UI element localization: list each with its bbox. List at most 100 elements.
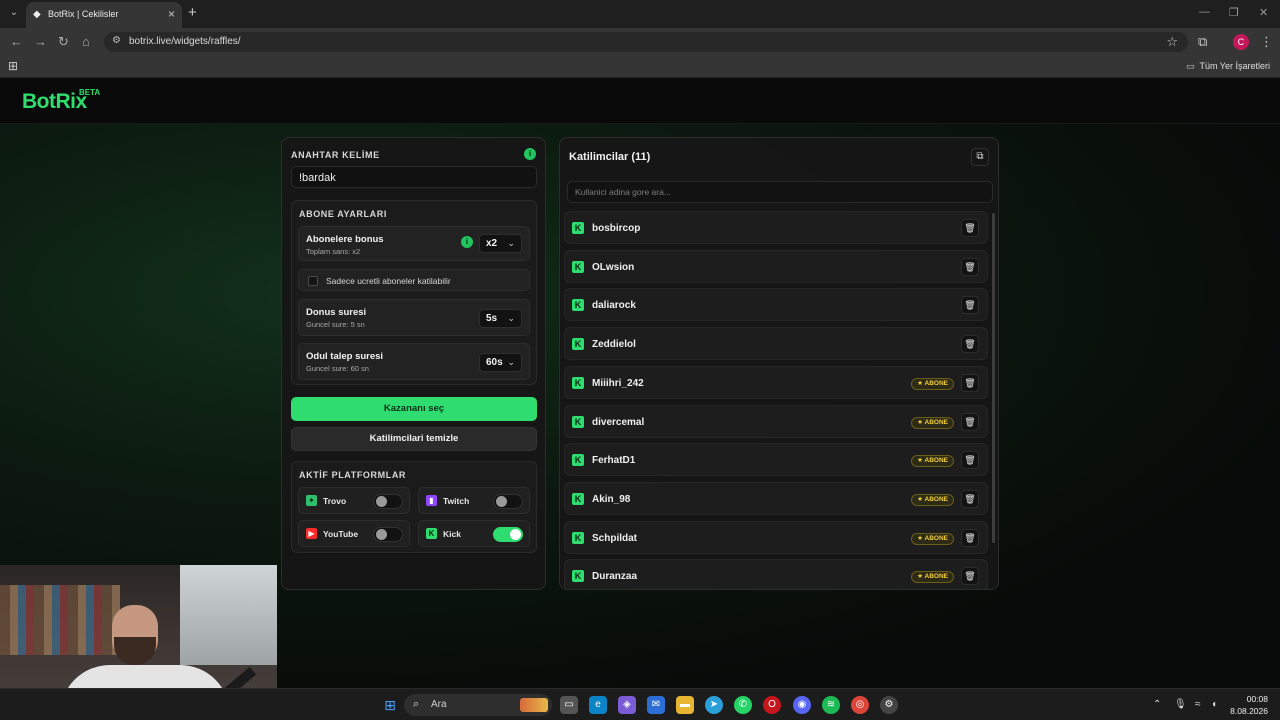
kick-icon: K xyxy=(572,299,584,312)
participant-row[interactable]: K Schpildat ★ ABONE 🗑 xyxy=(564,520,988,554)
subscriber-bonus-select[interactable]: x2 ⌄ xyxy=(479,234,522,253)
task-view-icon[interactable]: ▭ xyxy=(560,696,578,714)
trash-icon[interactable]: 🗑 xyxy=(961,296,979,315)
whatsapp-icon[interactable]: ✆ xyxy=(734,696,752,714)
tab-close-icon[interactable]: × xyxy=(168,7,175,21)
kick-icon: K xyxy=(572,376,584,389)
browser-tab-bar: ⌄ ◆ BotRix | Cekilisler × + — ❐ ✕ xyxy=(0,0,1280,28)
volume-icon[interactable]: ◖ xyxy=(1211,699,1217,710)
subscriber-settings-section: ABONE AYARLARI Abonelere bonus Toplam sa… xyxy=(291,200,537,385)
kick-icon: K xyxy=(572,222,584,234)
claim-time-subtitle: Guncel sure: 60 sn xyxy=(306,364,369,373)
trovo-toggle[interactable] xyxy=(373,494,403,509)
forward-icon[interactable]: → xyxy=(34,34,47,49)
discord-icon[interactable]: ◉ xyxy=(793,696,811,714)
platform-kick: K Kick xyxy=(418,520,530,547)
botrix-logo[interactable]: BotRix xyxy=(22,90,87,114)
trash-icon[interactable]: 🗑 xyxy=(961,567,979,586)
trash-icon[interactable]: 🗑 xyxy=(961,257,979,276)
twitch-icon: ▮ xyxy=(426,495,437,506)
bookmark-star-icon[interactable]: ☆ xyxy=(1166,34,1178,50)
spotify-icon[interactable]: ≋ xyxy=(822,696,840,714)
participant-row[interactable]: K Zeddielol 🗑 xyxy=(564,327,988,361)
start-icon[interactable]: ⊞ xyxy=(381,696,399,714)
microphone-icon[interactable]: 🎙 xyxy=(1174,699,1187,710)
tab-title: BotRix | Cekilisler xyxy=(48,9,119,19)
file-explorer-icon[interactable]: ▬ xyxy=(676,696,694,714)
home-icon[interactable]: ⌂ xyxy=(82,34,90,49)
participant-row[interactable]: K Akin_98 ★ ABONE 🗑 xyxy=(564,481,988,515)
participant-name: daliarock xyxy=(592,300,636,312)
pick-winner-button[interactable]: Kazananı seç xyxy=(291,397,537,421)
participant-name: OLwsion xyxy=(592,261,635,273)
participant-name: Schpildat xyxy=(592,532,638,544)
kick-icon: K xyxy=(572,570,584,583)
site-info-icon[interactable]: ⚙ xyxy=(112,35,121,46)
tray-chevron-icon[interactable]: ⌃ xyxy=(1153,699,1161,710)
participant-row[interactable]: K FerhatD1 ★ ABONE 🗑 xyxy=(564,443,988,477)
wifi-icon[interactable]: ≈ xyxy=(1195,699,1201,710)
telegram-icon[interactable]: ➤ xyxy=(705,696,723,714)
back-icon[interactable]: ← xyxy=(10,34,23,49)
taskbar-clock[interactable]: 00:08 8.08.2026 xyxy=(1230,693,1268,717)
trash-icon[interactable]: 🗑 xyxy=(961,489,979,508)
participant-row[interactable]: K Miiihri_242 ★ ABONE 🗑 xyxy=(564,365,988,399)
window-close-icon[interactable]: ✕ xyxy=(1259,6,1268,19)
trash-icon[interactable]: 🗑 xyxy=(961,335,979,354)
extensions-icon[interactable]: ⧉ xyxy=(1198,34,1207,50)
youtube-toggle[interactable] xyxy=(373,527,403,542)
copy-icon[interactable]: ⧉ xyxy=(971,148,989,166)
participant-row[interactable]: Kbosbircop 🗑 xyxy=(564,211,988,244)
claim-time-select[interactable]: 60s ⌄ xyxy=(479,353,522,372)
chrome-icon[interactable]: ◎ xyxy=(851,696,869,714)
botrix-favicon-icon: ◆ xyxy=(33,9,41,20)
new-tab-icon[interactable]: + xyxy=(188,4,197,21)
participant-row[interactable]: K Duranzaa ★ ABONE 🗑 xyxy=(564,559,988,589)
subscriber-bonus-info-icon[interactable]: i xyxy=(461,236,473,248)
spin-time-select[interactable]: 5s ⌄ xyxy=(479,309,522,328)
copilot-icon[interactable]: ◈ xyxy=(618,696,636,714)
participants-scrollbar[interactable] xyxy=(992,213,995,543)
browser-menu-icon[interactable]: ⋮ xyxy=(1260,34,1273,50)
minimize-icon[interactable]: — xyxy=(1199,6,1210,18)
all-bookmarks-label: Tüm Yer İşaretleri xyxy=(1199,61,1270,71)
participant-row[interactable]: Kdivercemal ★ ABONE 🗑 xyxy=(564,404,988,438)
maximize-icon[interactable]: ❐ xyxy=(1229,6,1239,19)
tab-search-icon[interactable]: ⌄ xyxy=(6,5,22,21)
trash-icon[interactable]: 🗑 xyxy=(961,451,979,470)
profile-avatar[interactable]: C xyxy=(1233,34,1249,50)
edge-icon[interactable]: e xyxy=(589,696,607,714)
paid-only-checkbox[interactable] xyxy=(308,276,318,286)
youtube-icon: ▶ xyxy=(306,528,317,539)
trash-icon[interactable]: 🗑 xyxy=(961,528,979,547)
opera-icon[interactable]: O xyxy=(763,696,781,714)
clear-participants-button[interactable]: Katilimcilari temizle xyxy=(291,427,537,451)
kick-toggle[interactable] xyxy=(493,527,523,542)
participant-name: Akin_98 xyxy=(592,493,631,505)
windows-taskbar: ⊞ ⌕ Ara ▭ e ◈ ✉ ▬ ➤ ✆ O ◉ ≋ ◎ ⚙ ⌃ 🎙 ≈ ◖ … xyxy=(0,688,1280,720)
reload-icon[interactable]: ↻ xyxy=(58,34,69,50)
all-bookmarks-button[interactable]: ▭ Tüm Yer İşaretleri xyxy=(1186,61,1270,72)
participant-search-input[interactable] xyxy=(567,181,993,203)
address-bar[interactable]: ⚙ botrix.live/widgets/raffles/ ☆ xyxy=(104,32,1188,52)
keyword-info-icon[interactable]: i xyxy=(524,148,536,160)
spin-time-subtitle: Guncel sure: 5 sn xyxy=(306,320,365,329)
apps-grid-icon[interactable]: ⊞ xyxy=(8,59,18,73)
twitch-toggle[interactable] xyxy=(493,494,523,509)
app-icon[interactable]: ⚙ xyxy=(880,696,898,714)
participant-row[interactable]: Kdaliarock 🗑 xyxy=(564,288,988,322)
trash-icon[interactable]: 🗑 xyxy=(961,219,979,237)
raffle-settings-panel: ANAHTAR KELİME i !bardak ABONE AYARLARI … xyxy=(281,137,546,590)
participant-row[interactable]: K OLwsion 🗑 xyxy=(564,249,988,283)
trash-icon[interactable]: 🗑 xyxy=(961,412,979,431)
kick-icon: K xyxy=(572,338,584,351)
kick-icon: K xyxy=(572,492,584,505)
browser-tab[interactable]: ◆ BotRix | Cekilisler × xyxy=(26,2,182,28)
platform-kick-label: Kick xyxy=(443,529,461,539)
subscriber-badge: ★ ABONE xyxy=(911,571,954,584)
taskbar-search[interactable]: ⌕ Ara xyxy=(404,694,552,716)
keyword-input[interactable]: !bardak xyxy=(291,166,537,188)
paid-only-row[interactable]: Sadece ucretli aboneler katilabilir xyxy=(298,269,530,291)
outlook-icon[interactable]: ✉ xyxy=(647,696,665,714)
trash-icon[interactable]: 🗑 xyxy=(961,373,979,392)
